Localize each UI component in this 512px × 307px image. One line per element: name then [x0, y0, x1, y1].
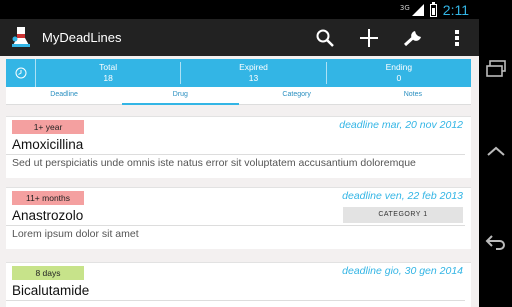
- drug-name: Amoxicillina: [12, 137, 84, 152]
- summary-total[interactable]: Total 18: [36, 62, 182, 84]
- time-left-badge: 1+ year: [12, 120, 84, 134]
- sort-tabs: Deadline Drug Category Notes: [6, 87, 471, 105]
- drug-notes: Sed ut perspiciatis unde omnis iste natu…: [12, 157, 416, 169]
- summary-ending[interactable]: Ending 0: [327, 62, 471, 84]
- signal-icon: [411, 4, 424, 16]
- home-button[interactable]: [479, 135, 512, 169]
- recent-apps-icon: [485, 60, 506, 77]
- home-icon: [486, 146, 505, 156]
- app-title: MyDeadLines: [42, 30, 122, 45]
- clock: 2:11: [442, 2, 469, 18]
- summary-expired[interactable]: Expired 13: [181, 62, 327, 84]
- card-header: 11+ months deadline ven, 22 feb 2013: [6, 188, 471, 206]
- summary-total-value: 18: [103, 73, 113, 83]
- category-badge: CATEGORY 1: [343, 207, 463, 223]
- time-left-badge: 8 days: [12, 266, 84, 280]
- tab-notes[interactable]: Notes: [355, 87, 471, 104]
- battery-icon: [429, 1, 437, 17]
- overflow-menu-icon: [455, 29, 459, 46]
- search-icon: [316, 29, 334, 47]
- app-screen: 3G 2:11 MyDeadLines Total 18 Expired 13 …: [0, 0, 479, 307]
- summary-expired-value: 13: [248, 73, 259, 83]
- deadline-card[interactable]: 1+ year deadline mar, 20 nov 2012 Amoxic…: [6, 116, 471, 178]
- card-header: 1+ year deadline mar, 20 nov 2012: [6, 117, 471, 135]
- drug-name-row: Anastrozolo CATEGORY 1: [6, 206, 465, 226]
- summary-ending-value: 0: [396, 73, 402, 83]
- tab-deadline[interactable]: Deadline: [6, 87, 122, 104]
- status-bar: 3G 2:11: [0, 0, 479, 19]
- recent-apps-button[interactable]: [479, 52, 512, 86]
- tab-drug[interactable]: Drug: [122, 87, 239, 105]
- network-type: 3G: [399, 3, 410, 12]
- deadline-date: deadline gio, 30 gen 2014: [342, 265, 463, 277]
- tab-category[interactable]: Category: [239, 87, 355, 104]
- drug-name: Anastrozolo: [12, 208, 84, 223]
- action-bar-buttons: [303, 19, 479, 56]
- wrench-icon: [403, 30, 421, 46]
- status-icons: 3G 2:11: [399, 1, 469, 18]
- summary-expired-label: Expired: [239, 62, 268, 72]
- back-button[interactable]: [479, 225, 512, 259]
- settings-button[interactable]: [391, 19, 435, 56]
- drug-name-row: Amoxicillina: [6, 135, 465, 155]
- summary-bar: Total 18 Expired 13 Ending 0: [6, 59, 471, 87]
- deadline-card[interactable]: 11+ months deadline ven, 22 feb 2013 Ana…: [6, 187, 471, 249]
- add-icon: [360, 28, 378, 47]
- deadline-card[interactable]: 8 days deadline gio, 30 gen 2014 Bicalut…: [6, 262, 471, 307]
- deadline-date: deadline ven, 22 feb 2013: [342, 190, 463, 202]
- deadline-date: deadline mar, 20 nov 2012: [339, 119, 463, 131]
- summary-total-label: Total: [99, 62, 118, 72]
- app-logo-icon[interactable]: [8, 25, 34, 51]
- summary-ending-label: Ending: [385, 62, 413, 72]
- add-button[interactable]: [347, 19, 391, 56]
- overflow-menu-button[interactable]: [435, 19, 479, 56]
- back-icon: [485, 235, 505, 250]
- action-bar: MyDeadLines: [0, 19, 479, 56]
- card-header: 8 days deadline gio, 30 gen 2014: [6, 263, 471, 281]
- search-button[interactable]: [303, 19, 347, 56]
- drug-notes: Lorem ipsum dolor sit amet: [12, 228, 139, 240]
- navigation-bar: [479, 0, 512, 307]
- time-left-badge: 11+ months: [12, 191, 84, 205]
- clock-icon: [6, 59, 36, 87]
- drug-name-row: Bicalutamide: [6, 281, 465, 301]
- drug-name: Bicalutamide: [12, 283, 90, 298]
